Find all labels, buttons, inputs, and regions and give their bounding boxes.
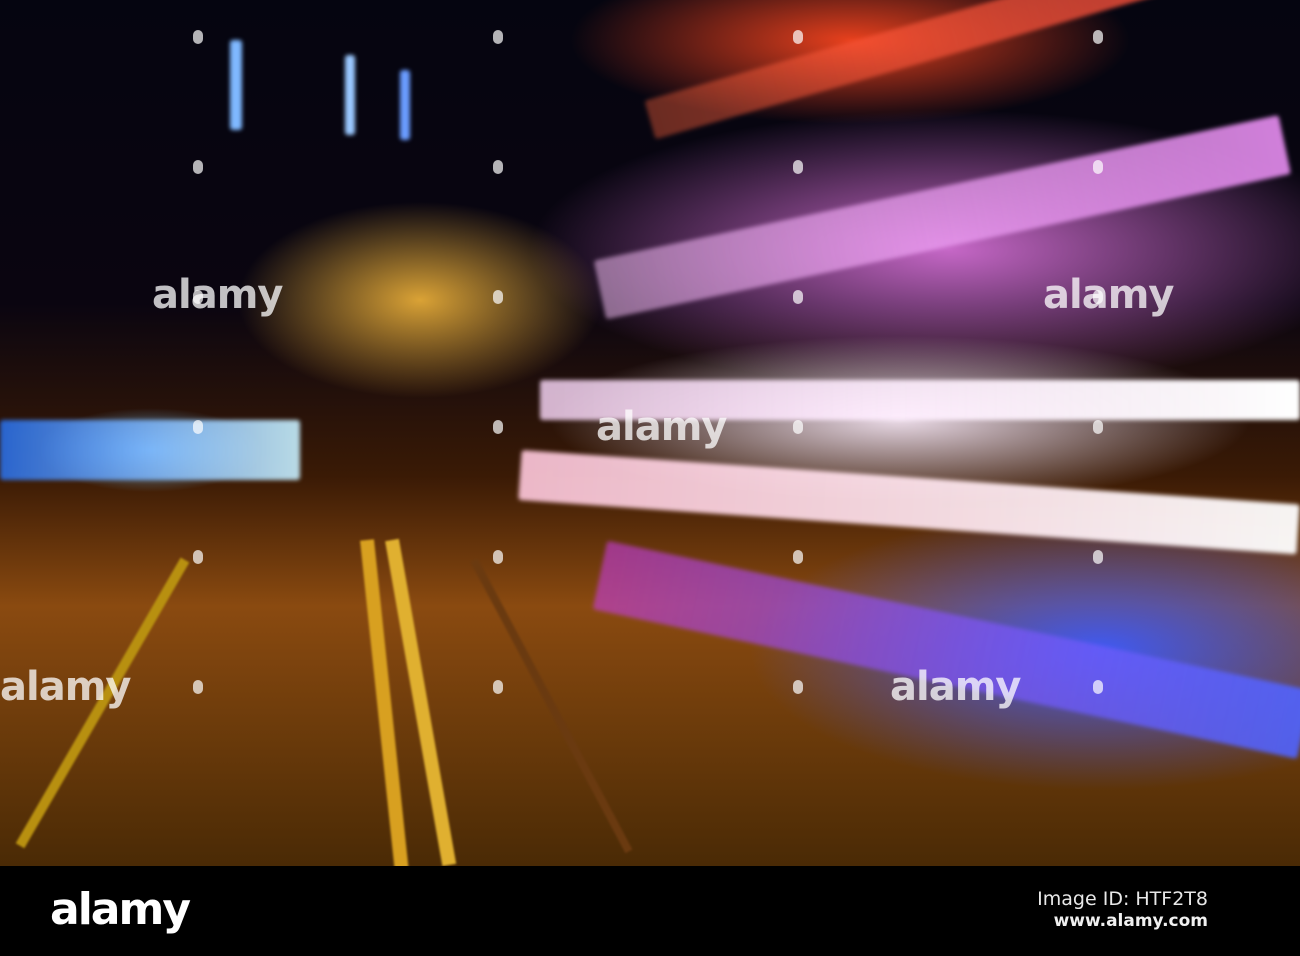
watermark-dot <box>493 30 503 44</box>
watermark-dot <box>493 680 503 694</box>
watermark-dot <box>1093 550 1103 564</box>
watermark: alamy <box>596 404 727 450</box>
watermark-dot <box>1093 680 1103 694</box>
watermark: alamy <box>890 664 1021 710</box>
alamy-logo: alamy <box>50 884 191 935</box>
watermark-dot <box>193 550 203 564</box>
light-streak <box>592 540 1300 759</box>
watermark-dot <box>793 160 803 174</box>
watermark-dot <box>193 680 203 694</box>
watermark-dot <box>193 290 203 304</box>
watermark-dot <box>1093 160 1103 174</box>
light-streak <box>400 70 410 140</box>
light-streak <box>518 450 1300 555</box>
light-streak <box>230 40 242 130</box>
light-streak <box>644 0 1281 140</box>
watermark-dot <box>193 420 203 434</box>
watermark-dot <box>793 420 803 434</box>
light-streak <box>593 115 1291 320</box>
watermark-dot <box>793 550 803 564</box>
watermark-dot <box>793 290 803 304</box>
watermark-dot <box>493 550 503 564</box>
watermark-dot <box>193 30 203 44</box>
light-streak <box>345 55 355 135</box>
watermark: alamy <box>0 664 131 710</box>
watermark-dot <box>1093 290 1103 304</box>
watermark-dot <box>1093 420 1103 434</box>
watermark-dot <box>1093 30 1103 44</box>
watermark-dot <box>193 160 203 174</box>
image-id: Image ID: HTF2T8 <box>1037 888 1208 910</box>
watermark: alamy <box>152 272 283 318</box>
watermark: alamy <box>1043 272 1174 318</box>
motion-blur-city-night-photo: alamy alamy alamy alamy alamy <box>0 0 1300 866</box>
watermark-dot <box>493 290 503 304</box>
watermark-dot <box>793 30 803 44</box>
light-streak <box>0 420 300 480</box>
watermark-dot <box>493 160 503 174</box>
site-url: www.alamy.com <box>1053 911 1208 931</box>
watermark-dot <box>793 680 803 694</box>
watermark-dot <box>493 420 503 434</box>
